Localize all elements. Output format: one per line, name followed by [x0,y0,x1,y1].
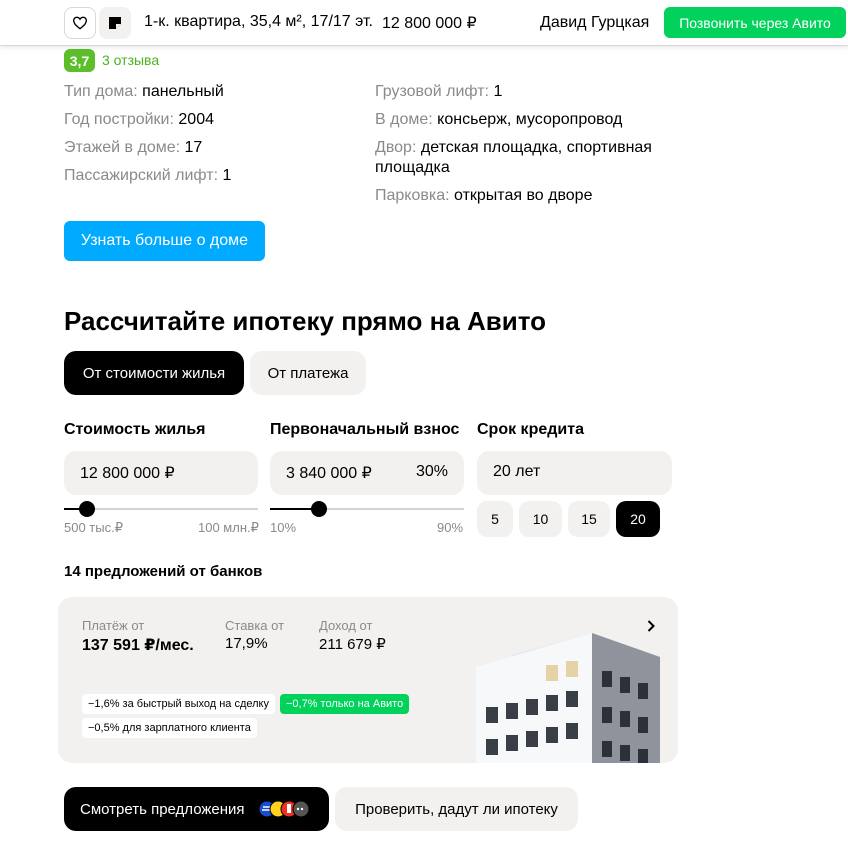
tab-by-price[interactable]: От стоимости жилья [64,351,244,395]
house-prop-floors: Этажей в доме: 17 [64,139,203,156]
price-input[interactable]: 12 800 000 ₽ [64,451,258,495]
mortgage-title: Рассчитайте ипотеку прямо на Авито [64,306,547,336]
down-payment-slider[interactable] [270,501,464,517]
down-payment-label: Первоначальный взнос [270,421,460,438]
note-icon [109,17,121,29]
house-more-button[interactable]: Узнать больше о доме [64,221,265,261]
down-payment-slider-handle[interactable] [311,501,327,517]
term-option-15[interactable]: 15 [568,501,610,537]
term-value: 20 лет [493,463,541,480]
check-mortgage-button[interactable]: Проверить, дадут ли ипотеку [335,787,578,831]
offers-count: 14 предложений от банков [64,563,263,580]
badge-salary-client: −0,5% для зарплатного клиента [82,718,257,738]
house-prop-type: Тип дома: панельный [64,83,224,100]
offer-card[interactable]: Платёж от 137 591 ₽/мес. Ставка от 17,9%… [58,597,678,763]
reviews-link[interactable]: 3 отзыва [102,52,159,68]
payment-value: 137 591 ₽/мес. [82,637,194,654]
down-payment-value: 3 840 000 ₽ [286,465,372,482]
heart-icon [72,16,88,30]
price-min: 500 тыс.₽ [64,520,123,535]
down-payment-percent: 30% [415,463,448,480]
house-prop-passenger-lift: Пассажирский лифт: 1 [64,167,232,184]
badge-fast-deal: −1,6% за быстрый выход на сделку [82,694,275,714]
listing-price: 12 800 000 ₽ [382,15,477,32]
listing-title: 1-к. квартира, 35,4 м², 17/17 эт. [144,13,373,30]
term-input[interactable]: 20 лет [477,451,672,495]
price-value: 12 800 000 ₽ [80,465,175,482]
tab-by-payment[interactable]: От платежа [250,351,366,395]
rate-label: Ставка от [225,618,285,633]
price-slider[interactable] [64,501,258,517]
down-payment-input[interactable]: 3 840 000 ₽ 30% [270,451,464,495]
note-button[interactable] [99,7,131,39]
price-slider-handle[interactable] [79,501,95,517]
income-value: 211 679 ₽ [319,636,386,653]
down-payment-min: 10% [270,520,297,535]
building-illustration [476,633,660,763]
house-prop-cargo-lift: Грузовой лифт: 1 [375,83,503,100]
view-offers-button[interactable]: Смотреть предложения [64,787,329,831]
term-option-10[interactable]: 10 [519,501,562,537]
down-payment-max: 90% [437,520,464,535]
income-label: Доход от [319,618,373,633]
badge-avito-only: −0,7% только на Авито [280,694,410,714]
term-option-20[interactable]: 20 [616,501,660,537]
house-prop-yard: Двор: детская площадка, спортивная площа… [375,139,652,176]
payment-label: Платёж от [82,618,145,633]
house-prop-in-house: В доме: консьерж, мусоропровод [375,111,623,128]
sticky-header: 1-к. квартира, 35,4 м², 17/17 эт. 12 800… [0,0,848,46]
rating-score: 3,7 [64,49,95,72]
price-max: 100 млн.₽ [198,520,259,535]
house-prop-year: Год постройки: 2004 [64,111,214,128]
seller-name[interactable]: Давид Гурцкая [540,14,649,32]
house-prop-parking: Парковка: открытая во дворе [375,187,593,204]
term-option-5[interactable]: 5 [477,501,513,537]
favorite-button[interactable] [64,7,96,39]
bank-logos-icon [258,800,310,818]
term-label: Срок кредита [477,421,584,438]
call-button[interactable]: Позвонить через Авито [664,7,846,38]
view-offers-label: Смотреть предложения [80,800,245,818]
price-label: Стоимость жилья [64,421,206,438]
rate-value: 17,9% [225,635,268,652]
